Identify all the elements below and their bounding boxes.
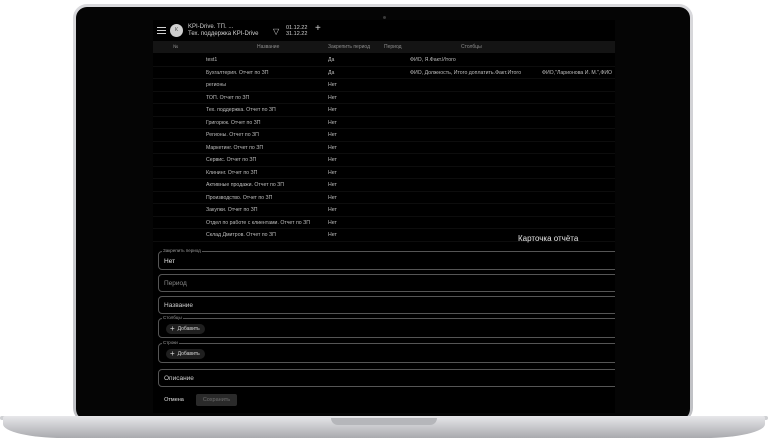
columns-label: Столбцы <box>162 315 183 320</box>
table-row[interactable]: Маркетинг. Отчет по ЗП Нет <box>153 142 615 154</box>
report-card-title: Карточка отчёта <box>518 234 579 243</box>
table-body: test1 Да ФИО, Я.Факт.Итого Бухгалтерия. Отч… <box>153 54 615 242</box>
filter-icon[interactable]: ▽ <box>273 27 279 36</box>
row-name: Активные продажи. Отчет по ЗП <box>206 182 285 188</box>
avatar[interactable]: К <box>170 24 183 37</box>
plus-icon: + <box>170 324 175 333</box>
columns-field: Столбцы + Добавить <box>158 315 615 338</box>
plus-icon: + <box>170 349 175 358</box>
date-to[interactable]: 31.12.22 <box>286 31 307 37</box>
row-name: test1 <box>206 57 218 63</box>
row-fix-period: Нет <box>328 132 337 138</box>
row-fix-period: Нет <box>328 219 337 226</box>
table-row[interactable]: Закупки. Отчет по ЗП Нет <box>153 204 615 217</box>
table-row[interactable]: Производство. Отчет по ЗП Нет <box>153 192 615 204</box>
row-name: ТОП. Отчет по ЗП <box>206 94 250 101</box>
row-fix-period: Нет <box>328 94 337 101</box>
row-fix-period: Нет <box>328 119 337 126</box>
row-fix-period: Нет <box>328 232 337 238</box>
row-name: Сервис. Отчет по ЗП <box>206 157 257 163</box>
column-header-name[interactable]: Название <box>257 44 279 50</box>
add-row-label: Добавить <box>177 351 200 357</box>
period-field[interactable]: Период <box>158 274 615 292</box>
row-fix-period: Нет <box>328 144 337 151</box>
row-columns-extra: ФИО,"Ларионова И. М.",ФИО <box>542 69 613 76</box>
name-field[interactable]: Название <box>158 296 615 314</box>
row-name: Григорюк. Отчет по ЗП <box>206 119 261 126</box>
period-placeholder: Период <box>164 280 187 287</box>
name-placeholder: Название <box>164 302 194 309</box>
table-row[interactable]: Клининг. Отчет по ЗП Нет <box>153 167 615 179</box>
app-header: К KPI-Drive. ТП. ... Тех. поддержка KPI-… <box>153 20 615 40</box>
add-column-button[interactable]: + Добавить <box>166 324 205 334</box>
row-name: Регионы. Отчет по ЗП <box>206 132 259 138</box>
table-row[interactable]: ТОП. Отчет по ЗП Нет <box>153 92 615 104</box>
laptop-notch <box>331 418 437 425</box>
column-header-columns[interactable]: Столбцы <box>461 44 482 50</box>
app-screen: К KPI-Drive. ТП. ... Тех. поддержка KPI-… <box>153 20 615 413</box>
description-placeholder: Описание <box>164 375 194 382</box>
cancel-button[interactable]: Отмена <box>158 394 190 406</box>
save-button[interactable]: Сохранить <box>196 394 237 406</box>
column-header-period[interactable]: Период <box>384 44 402 50</box>
table-row[interactable]: регионы Нет <box>153 79 615 92</box>
table-row[interactable]: test1 Да ФИО, Я.Факт.Итого <box>153 54 615 67</box>
fix-period-value: Нет <box>164 258 176 265</box>
description-field[interactable]: Описание <box>158 369 615 387</box>
table-row[interactable]: Сервис. Отчет по ЗП Нет <box>153 154 615 167</box>
fix-period-select[interactable]: Закрепить период Нет <box>158 248 615 270</box>
row-name: регионы <box>206 82 227 88</box>
table-row[interactable]: Регионы. Отчет по ЗП Нет <box>153 129 615 142</box>
table-row[interactable]: Отдел по работе с клиентами. Отчет по ЗП… <box>153 217 615 229</box>
table-row[interactable]: Активные продажи. Отчет по ЗП Нет <box>153 179 615 192</box>
row-fix-period: Нет <box>328 169 337 176</box>
row-name: Отдел по работе с клиентами. Отчет по ЗП <box>206 219 310 226</box>
row-fix-period: Да <box>328 57 335 63</box>
row-fix-period: Нет <box>328 107 337 113</box>
row-fix-period: Нет <box>328 194 337 201</box>
row-fix-period: Нет <box>328 182 337 188</box>
table-row[interactable]: Тех. поддержка. Отчет по ЗП Нет <box>153 104 615 117</box>
row-columns: ФИО, Должность, Итого доплатить.Факт.Ито… <box>410 69 522 76</box>
row-name: Закупки. Отчет по ЗП <box>206 207 258 213</box>
add-icon[interactable]: + <box>315 24 321 34</box>
table-header: № Название Закрепить период Период Столб… <box>153 41 615 53</box>
add-column-label: Добавить <box>177 326 200 332</box>
app-subtitle: Тех. поддержка KPI-Drive <box>188 31 259 37</box>
fix-period-label: Закрепить период <box>162 248 202 253</box>
row-fix-period: Нет <box>328 207 337 213</box>
app-title[interactable]: KPI-Drive. ТП. ... <box>188 24 233 30</box>
table-row[interactable]: Бухгалтерия. Отчет по ЗП Да ФИО, Должность… <box>153 67 615 79</box>
row-fix-period: Нет <box>328 157 337 163</box>
row-name: Производство. Отчет по ЗП <box>206 194 273 201</box>
row-name: Бухгалтерия. Отчет по ЗП <box>206 69 269 76</box>
table-row[interactable]: Григорюк. Отчет по ЗП Нет <box>153 117 615 129</box>
rows-label: Строки <box>162 340 179 345</box>
row-fix-period: Нет <box>328 82 337 88</box>
row-columns: ФИО, Я.Факт.Итого <box>410 57 456 63</box>
hamburger-menu-icon[interactable] <box>157 27 166 34</box>
row-name: Тех. поддержка. Отчет по ЗП <box>206 107 276 113</box>
column-header-num[interactable]: № <box>173 44 178 50</box>
add-row-button[interactable]: + Добавить <box>166 349 205 359</box>
row-fix-period: Да <box>328 69 335 76</box>
column-header-fix-period[interactable]: Закрепить период <box>328 44 370 50</box>
row-name: Склад Дмитров. Отчет по ЗП <box>206 232 276 238</box>
rows-field: Строки + Добавить <box>158 340 615 363</box>
row-name: Маркетинг. Отчет по ЗП <box>206 144 264 151</box>
row-name: Клининг. Отчет по ЗП <box>206 169 258 176</box>
camera-icon <box>383 16 386 19</box>
